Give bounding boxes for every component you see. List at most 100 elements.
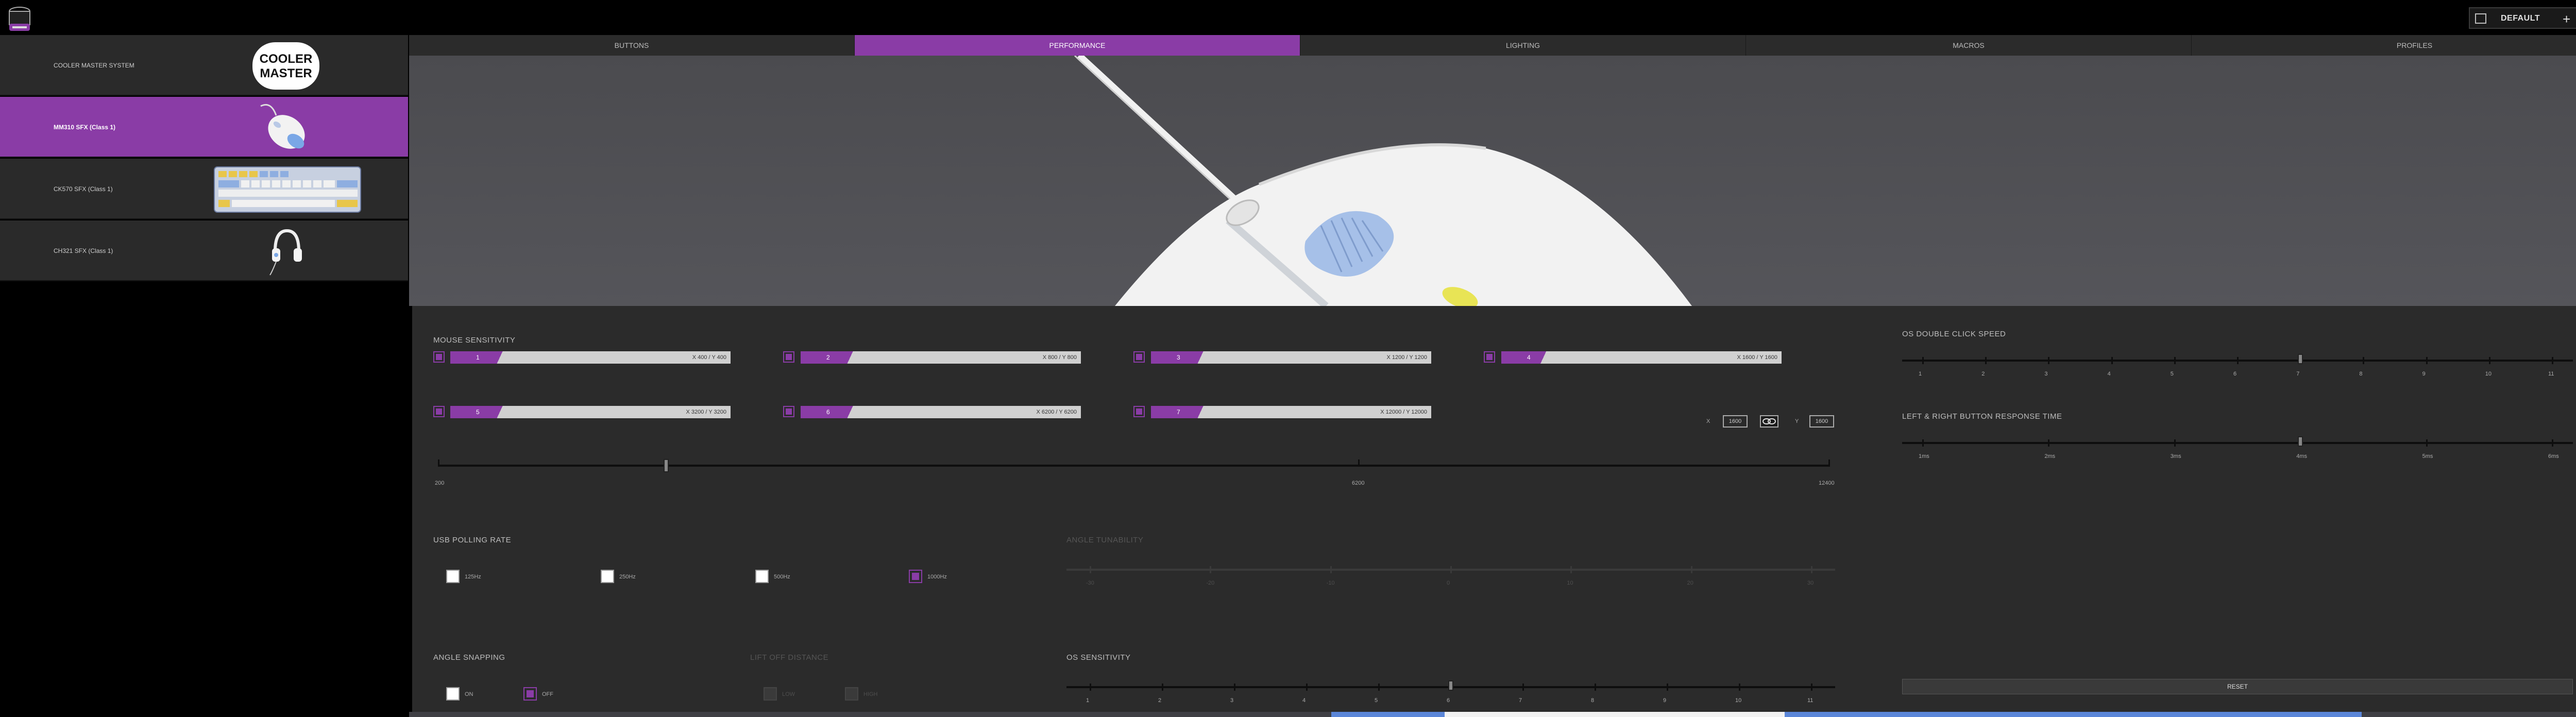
mouse-sensitivity-title: MOUSE SENSITIVITY: [433, 336, 516, 345]
double-click-tick: [1985, 357, 1987, 364]
chain-link-icon: [1762, 418, 1776, 424]
double-click-label: 2: [1981, 371, 1985, 377]
os-sensitivity-tick: [1811, 684, 1812, 691]
dpi-stage-2-bar[interactable]: 2 X 800 / Y 800: [801, 351, 1081, 364]
dpi-stage-7-checkbox[interactable]: [1133, 406, 1145, 417]
angle-snapping-on-checkbox[interactable]: [446, 687, 460, 701]
mouse-device-image: [256, 102, 312, 156]
sidebar-item-label: CK570 SFX (Class 1): [54, 185, 113, 193]
polling-1000-checkbox[interactable]: [909, 570, 922, 583]
lift-off-low-checkbox[interactable]: [764, 687, 777, 701]
reset-button[interactable]: RESET: [1902, 679, 2573, 694]
angle-snapping-on-label: ON: [465, 691, 473, 697]
lift-off-high-checkbox[interactable]: [845, 687, 858, 701]
polling-option-label: 500Hz: [774, 574, 790, 580]
dpi-slider-thumb[interactable]: [664, 459, 669, 472]
sidebar-item-cooler-master-system[interactable]: COOLER MASTER SYSTEM COOLER MASTER: [0, 35, 408, 96]
dpi-stage-3-bar[interactable]: 3 X 1200 / Y 1200: [1151, 351, 1431, 364]
dpi-stage-5-bar[interactable]: 5 X 3200 / Y 3200: [450, 406, 731, 418]
polling-250-checkbox[interactable]: [601, 570, 614, 583]
angle-snapping-off-checkbox[interactable]: [523, 687, 537, 701]
dpi-stage-2-checkbox[interactable]: [783, 351, 794, 363]
double-click-label: 8: [2359, 371, 2363, 377]
dpi-stage-7-bar[interactable]: 7 X 12000 / Y 12000: [1151, 406, 1431, 418]
link-xy-toggle[interactable]: [1760, 415, 1778, 428]
dpi-stage-6-checkbox[interactable]: [783, 406, 794, 417]
tab-macros[interactable]: MACROS: [1746, 35, 2192, 56]
response-time-thumb[interactable]: [2298, 436, 2303, 447]
performance-panel: [412, 306, 2576, 712]
angle-slider-tick: [1811, 566, 1812, 573]
polling-500-checkbox[interactable]: [755, 570, 769, 583]
double-click-thumb[interactable]: [2298, 354, 2303, 364]
dpi-stage-value: X 1600 / Y 1600: [1737, 354, 1778, 361]
dpi-stage-5-checkbox[interactable]: [433, 406, 445, 417]
response-time-label: 4ms: [2296, 453, 2307, 459]
usb-polling-title: USB POLLING RATE: [433, 536, 512, 544]
sidebar-item-headset[interactable]: CH321 SFX (Class 1): [0, 220, 408, 281]
dpi-slider-tick: [438, 459, 439, 467]
double-click-label: 3: [2044, 371, 2048, 377]
angle-slider-tick: [1450, 566, 1452, 573]
dpi-stage-number: 1: [450, 351, 517, 364]
response-time-track[interactable]: [1902, 442, 2573, 444]
angle-slider-label: -30: [1086, 580, 1094, 586]
add-profile-icon[interactable]: +: [2563, 11, 2570, 27]
dpi-stage-1-checkbox[interactable]: [433, 351, 445, 363]
dpi-stage-number: 7: [1151, 406, 1218, 418]
app-logo-icon[interactable]: [5, 3, 34, 32]
sidebar-item-mouse[interactable]: MM310 SFX (Class 1): [0, 97, 408, 158]
y-dpi-input[interactable]: 1600: [1809, 415, 1834, 428]
tab-performance[interactable]: PERFORMANCE: [855, 35, 1300, 56]
dpi-stage-4-bar[interactable]: 4 X 1600 / Y 1600: [1501, 351, 1782, 364]
double-click-label: 5: [2170, 371, 2174, 377]
profile-selector[interactable]: DEFAULT + ⌄: [2469, 7, 2576, 29]
os-sensitivity-label: 7: [1519, 697, 1522, 704]
angle-slider-label: 0: [1447, 580, 1450, 586]
dpi-stage-4-checkbox[interactable]: [1484, 351, 1495, 363]
svg-text:COOLER: COOLER: [260, 52, 313, 66]
angle-slider-tick: [1210, 566, 1212, 573]
dpi-slider-track[interactable]: [438, 465, 1830, 467]
device-sidebar: COOLER MASTER SYSTEM COOLER MASTER MM310…: [0, 35, 408, 282]
dpi-stage-number: 5: [450, 406, 517, 418]
headset-device-image: [269, 226, 305, 280]
lift-off-title: LIFT OFF DISTANCE: [750, 653, 829, 662]
x-dpi-input[interactable]: 1600: [1723, 415, 1748, 428]
double-click-label: 7: [2296, 371, 2300, 377]
response-time-tick: [1922, 439, 1924, 447]
dpi-stage-1-bar[interactable]: 1 X 400 / Y 400: [450, 351, 731, 364]
os-sensitivity-label: 11: [1807, 697, 1814, 704]
dpi-stage-3-checkbox[interactable]: [1133, 351, 1145, 363]
double-click-label: 6: [2233, 371, 2237, 377]
angle-slider-label: -10: [1326, 580, 1335, 586]
dpi-stage-value: X 3200 / Y 3200: [686, 409, 727, 415]
dpi-stage-6-bar[interactable]: 6 X 6200 / Y 6200: [801, 406, 1081, 418]
os-sensitivity-thumb[interactable]: [1448, 680, 1453, 691]
angle-slider-tick: [1690, 566, 1692, 573]
double-click-tick: [2237, 357, 2239, 364]
os-sensitivity-tick: [1378, 684, 1380, 691]
double-click-label: 4: [2107, 371, 2111, 377]
os-sensitivity-tick: [1595, 684, 1596, 691]
tab-profiles[interactable]: PROFILES: [2192, 35, 2576, 56]
response-time-tick: [2048, 439, 2050, 447]
sidebar-item-keyboard[interactable]: CK570 SFX (Class 1): [0, 159, 408, 219]
keyboard-device-image: [213, 166, 362, 216]
double-click-tick: [2048, 357, 2050, 364]
tab-buttons[interactable]: BUTTONS: [409, 35, 855, 56]
response-time-title: LEFT & RIGHT BUTTON RESPONSE TIME: [1902, 412, 2062, 421]
response-time-label: 2ms: [2044, 453, 2056, 459]
dpi-stage-value: X 6200 / Y 6200: [1036, 409, 1077, 415]
polling-125-checkbox[interactable]: [446, 570, 460, 583]
sidebar-item-label: MM310 SFX (Class 1): [54, 124, 116, 131]
dpi-stage-number: 6: [801, 406, 868, 418]
dpi-stage-value: X 12000 / Y 12000: [1380, 409, 1427, 415]
os-sensitivity-label: 4: [1302, 697, 1306, 704]
dpi-stage-number: 2: [801, 351, 868, 364]
os-sensitivity-label: 10: [1735, 697, 1742, 704]
polling-option-label: 125Hz: [465, 574, 481, 580]
tab-lighting[interactable]: LIGHTING: [1300, 35, 1746, 56]
os-sensitivity-tick: [1522, 684, 1524, 691]
double-click-label: 1: [1919, 371, 1922, 377]
